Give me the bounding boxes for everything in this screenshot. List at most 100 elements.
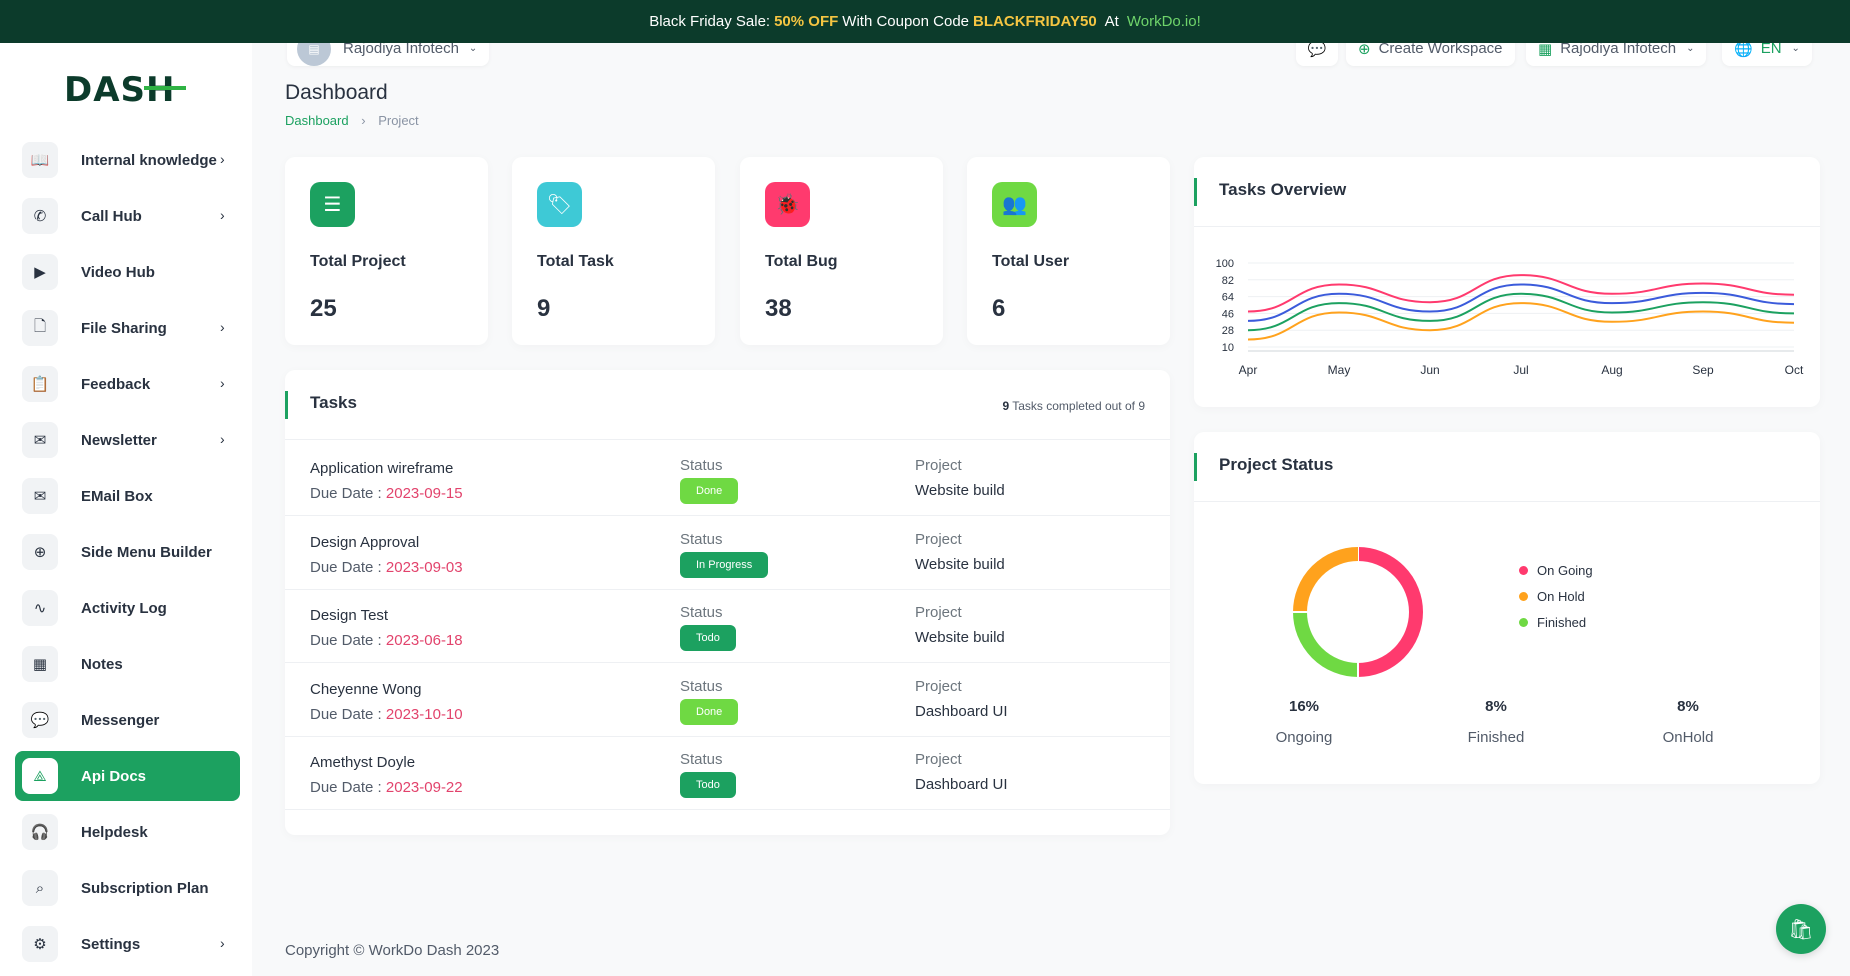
status-badge: Todo	[680, 772, 736, 798]
users-icon: 👥	[992, 182, 1037, 227]
sidebar-item-messenger[interactable]: 💬 Messenger	[15, 695, 240, 745]
task-row[interactable]: Design Approval Due Date : 2023-09-03 Stat…	[285, 516, 1170, 590]
chevron-right-icon: ›	[220, 319, 225, 335]
sidebar-item-helpdesk[interactable]: 🎧 Helpdesk	[15, 807, 240, 857]
sidebar-item-call-hub[interactable]: ✆ Call Hub ›	[15, 191, 240, 241]
promo-site-link[interactable]: WorkDo.io!	[1127, 13, 1201, 30]
legend-item[interactable]: On Going	[1519, 563, 1593, 578]
donut-slice	[1293, 611, 1359, 677]
stat-card-total-task: 🏷 Total Task 9	[512, 157, 715, 345]
clipboard-icon: 📋	[22, 366, 58, 402]
task-due-date: 2023-10-10	[385, 705, 463, 723]
project-status-donut	[1292, 546, 1423, 678]
task-row[interactable]: Amethyst Doyle Due Date : 2023-09-22 Statu…	[285, 736, 1170, 810]
sidebar-item-label: EMail Box	[81, 487, 153, 505]
chevron-right-icon: ›	[220, 431, 225, 447]
project-stat: 8% OnHold	[1628, 698, 1748, 746]
stat-card-total-project: ☰ Total Project 25	[285, 157, 488, 345]
chevron-right-icon: ›	[220, 375, 225, 391]
tag-icon: 🏷	[537, 182, 582, 227]
tasks-completed-count: 9	[1002, 399, 1010, 413]
y-tick-label: 64	[1222, 292, 1234, 304]
task-project-value: Dashboard UI	[915, 702, 1008, 720]
chevron-down-icon: ⌄	[1686, 43, 1695, 54]
sidebar-item-internal-knowledge[interactable]: 📖 Internal knowledge ›	[15, 135, 240, 185]
y-tick-label: 28	[1222, 325, 1234, 337]
project-stat: 8% Finished	[1436, 698, 1556, 746]
sidebar-item-settings[interactable]: ⚙ Settings ›	[15, 919, 240, 969]
project-status-header: Project Status	[1194, 432, 1820, 502]
task-status-label: Status	[680, 530, 723, 548]
promo-banner: Black Friday Sale: 50% OFF With Coupon C…	[0, 0, 1850, 43]
legend-label: Finished	[1537, 615, 1587, 630]
sidebar-item-activity-log[interactable]: ∿ Activity Log	[15, 583, 240, 633]
task-name: Design Approval	[310, 533, 420, 551]
video-icon: ▶	[22, 254, 58, 290]
sidebar-item-side-menu-builder[interactable]: ⊕ Side Menu Builder	[15, 527, 240, 577]
status-badge: Done	[680, 478, 739, 504]
page-title: Dashboard	[285, 81, 388, 104]
file-icon: 🗋	[22, 310, 58, 346]
task-due-label: Due Date :	[310, 485, 382, 502]
sidebar-item-feedback[interactable]: 📋 Feedback ›	[15, 359, 240, 409]
project-stat-value: 8%	[1485, 698, 1507, 715]
sidebar-item-label: Api Docs	[81, 767, 147, 785]
project-status-card: Project Status On Going On Hold Finished 1…	[1194, 432, 1820, 784]
task-row[interactable]: Cheyenne Wong Due Date : 2023-10-10 Status…	[285, 663, 1170, 737]
stat-value: 9	[537, 295, 551, 322]
x-tick-label: Sep	[1692, 363, 1714, 377]
sidebar-item-file-sharing[interactable]: 🗋 File Sharing ›	[15, 303, 240, 353]
task-due-label: Due Date :	[310, 779, 382, 796]
shopping-bag-icon: 🛍	[1788, 918, 1814, 941]
project-stat: 16% Ongoing	[1244, 698, 1364, 746]
chevron-down-icon: ⌄	[1791, 43, 1800, 54]
project-stat-label: Ongoing	[1275, 729, 1333, 746]
sidebar-item-newsletter[interactable]: ✉ Newsletter ›	[15, 415, 240, 465]
task-due-date: 2023-06-18	[385, 632, 463, 649]
sidebar-item-label: Subscription Plan	[81, 879, 209, 897]
tasks-completed-summary: 9 Tasks completed out of 9	[1002, 399, 1145, 413]
sidebar-item-label: Internal knowledge	[81, 151, 217, 169]
task-project-label: Project	[915, 751, 962, 768]
stat-title: Total Task	[537, 253, 614, 270]
task-due: Due Date : 2023-09-03	[310, 559, 463, 576]
status-badge: Todo	[680, 625, 736, 651]
task-project-value: Website build	[915, 482, 1005, 499]
promo-code: BLACKFRIDAY50	[973, 13, 1097, 30]
sidebar-item-notes[interactable]: ▦ Notes	[15, 639, 240, 689]
project-stat-value: 16%	[1288, 698, 1320, 715]
chevron-right-icon: ›	[220, 151, 225, 167]
chevron-right-icon: ›	[220, 207, 225, 223]
app-logo[interactable]: DAS H	[64, 70, 187, 110]
sidebar-item-video-hub[interactable]: ▶ Video Hub	[15, 247, 240, 297]
stat-value: 38	[765, 295, 792, 322]
sidebar-item-label: Helpdesk	[81, 823, 148, 841]
task-due-date: 2023-09-15	[385, 485, 463, 502]
sidebar-item-subscription-plan[interactable]: ⌕ Subscription Plan	[15, 863, 240, 913]
sidebar: DAS H 📖 Internal knowledge › ✆ Call Hub › ▶ Vide…	[0, 43, 252, 976]
task-row[interactable]: Application wireframe Due Date : 2023-09-…	[285, 442, 1170, 516]
breadcrumb: Dashboard › Project	[285, 113, 419, 128]
legend-item[interactable]: Finished	[1519, 615, 1586, 630]
legend-item[interactable]: On Hold	[1519, 589, 1585, 604]
calendar-icon: ▦	[22, 646, 58, 682]
gear-icon: ⚙	[22, 926, 58, 962]
task-due: Due Date : 2023-09-22	[310, 779, 463, 796]
cart-fab-button[interactable]: 🛍	[1776, 904, 1826, 954]
tasks-overview-chart: 10 28 46 64 82 100 Apr May Jun Jul Aug Sep Oct	[1216, 258, 1804, 377]
sidebar-item-label: Activity Log	[81, 599, 167, 617]
stat-value: 25	[310, 295, 337, 322]
task-name: Design Test	[310, 607, 389, 624]
stat-card-total-user: 👥 Total User 6	[967, 157, 1170, 345]
breadcrumb-home[interactable]: Dashboard	[285, 113, 349, 128]
task-project-value: Website build	[915, 555, 1005, 573]
task-row[interactable]: Design Test Due Date : 2023-06-18 Status To…	[285, 589, 1170, 663]
sidebar-nav: 📖 Internal knowledge › ✆ Call Hub › ▶ Video Hub…	[15, 135, 240, 975]
task-project-label: Project	[915, 457, 962, 474]
sidebar-item-email-box[interactable]: ✉ EMail Box	[15, 471, 240, 521]
sidebar-item-api-docs[interactable]: ⟁ Api Docs	[15, 751, 240, 801]
sidebar-item-label: Side Menu Builder	[81, 543, 212, 561]
mail-icon: ✉	[22, 478, 58, 514]
stat-title: Total Project	[310, 253, 406, 270]
task-due-date: 2023-09-03	[385, 558, 463, 576]
